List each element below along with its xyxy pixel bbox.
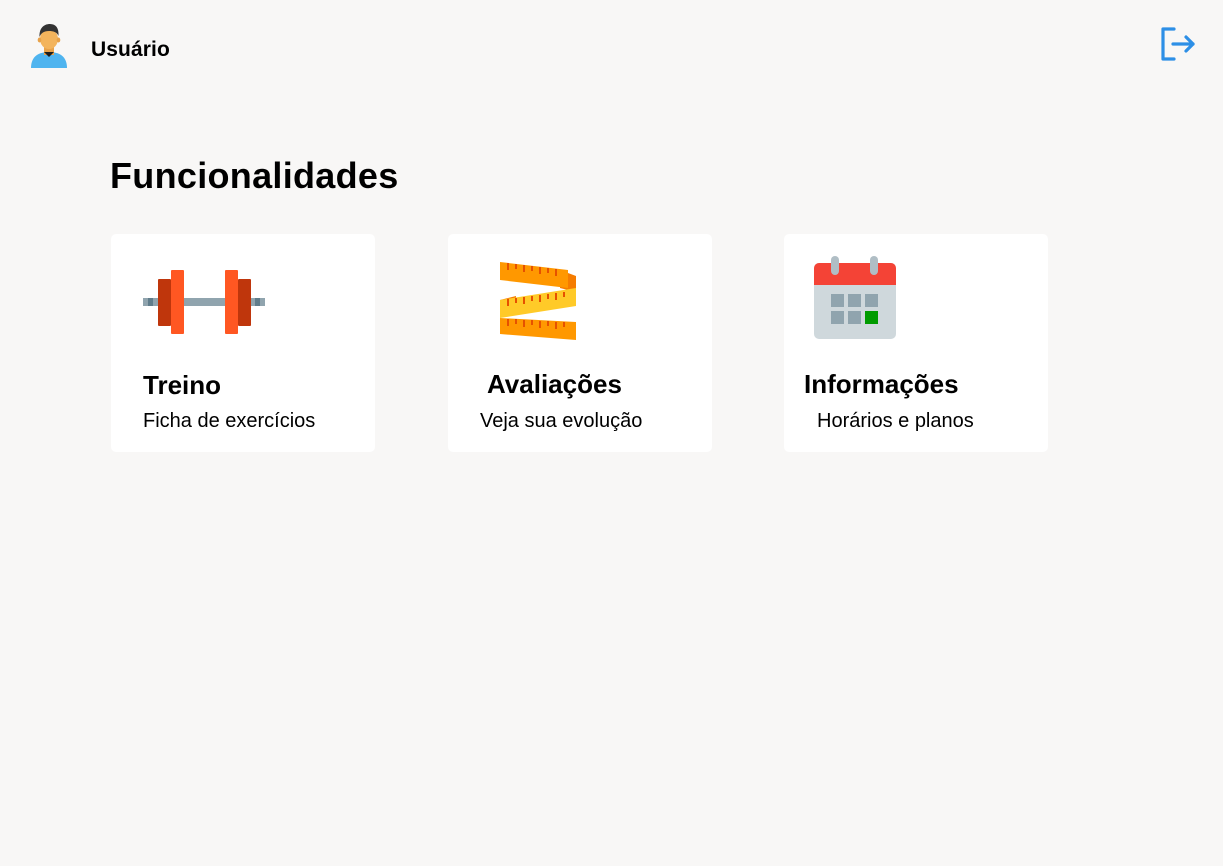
card-subtitle: Ficha de exercícios xyxy=(143,410,316,432)
calendar-icon xyxy=(814,255,896,340)
card-title: Informações xyxy=(804,369,959,399)
card-avaliacoes[interactable]: Avaliações Veja sua evolução xyxy=(448,234,712,452)
top-bar: Usuário xyxy=(0,0,1223,100)
user-avatar-icon[interactable] xyxy=(28,22,70,68)
measuring-tape-icon xyxy=(498,262,578,340)
card-informacoes[interactable]: Informações Horários e planos xyxy=(784,234,1048,452)
logout-icon[interactable] xyxy=(1159,26,1197,62)
card-subtitle: Veja sua evolução xyxy=(480,410,643,432)
page-title: Funcionalidades xyxy=(110,155,399,196)
card-title: Treino xyxy=(143,370,222,400)
card-title: Avaliações xyxy=(487,369,622,399)
dumbbell-icon xyxy=(141,268,267,336)
card-treino[interactable]: Treino Ficha de exercícios xyxy=(111,234,375,452)
user-name[interactable]: Usuário xyxy=(91,38,170,62)
card-subtitle: Horários e planos xyxy=(817,410,974,432)
